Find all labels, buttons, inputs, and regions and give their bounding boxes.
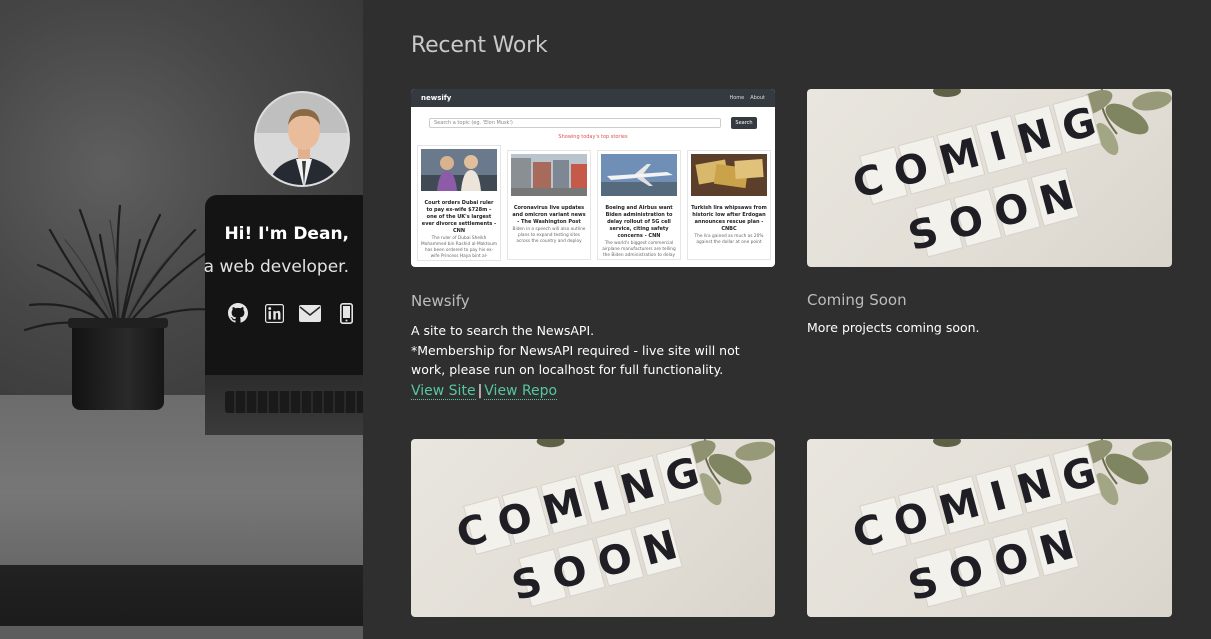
avatar-photo — [256, 93, 348, 185]
thumb-nav-about: About — [750, 95, 765, 101]
thumb-article-title: Turkish lira whipsaws from historic low … — [691, 205, 767, 232]
thumb-nav-home: Home — [729, 95, 745, 101]
link-separator: | — [477, 382, 483, 399]
thumb-navbar: newsify Home About — [411, 89, 775, 107]
project-title: Coming Soon — [807, 291, 907, 309]
mobile-phone-icon[interactable] — [334, 302, 358, 324]
thumb-article-title: Boeing and Airbus want Biden administrat… — [605, 205, 673, 239]
thumb-article-card: Coronavirus live updates and omicron var… — [507, 150, 591, 260]
project-description-line: A site to search the NewsAPI. — [411, 323, 595, 338]
coming-soon-image: COMING SOON — [848, 439, 1172, 610]
coming-soon-image: COMING SOON — [848, 89, 1172, 260]
main-content: Recent Work newsify Home About Search a … — [363, 0, 1211, 639]
thumb-article-body: The ruler of Dubai Sheikh Mohammed bin R… — [421, 236, 498, 259]
github-icon[interactable] — [226, 302, 250, 324]
project-card-newsify: newsify Home About Search a topic (eg. '… — [411, 89, 775, 400]
thumb-search-button: Search — [731, 117, 757, 129]
view-site-link[interactable]: View Site — [411, 382, 476, 400]
hero-role: a web developer. — [203, 257, 349, 277]
laptop-keyboard — [205, 375, 363, 435]
project-card-coming-soon: COMING SOON — [411, 439, 775, 617]
thumb-article-list: Court orders Dubai ruler to pay ex-wife … — [417, 145, 775, 261]
linkedin-icon[interactable] — [262, 302, 286, 324]
thumb-article-body: The world's biggest commercial airplane … — [602, 241, 676, 258]
thumb-showing-text: Showing today's top stories — [558, 134, 628, 140]
thumb-search-input: Search a topic (eg. 'Elon Musk') — [429, 118, 721, 128]
plant-pot-image — [68, 318, 168, 410]
desk-strip — [0, 626, 363, 639]
coming-soon-image: COMING SOON — [452, 439, 775, 610]
thumb-article-title: Court orders Dubai ruler to pay ex-wife … — [421, 200, 497, 234]
thumb-article-card: Boeing and Airbus want Biden administrat… — [597, 150, 681, 260]
project-card-coming-soon: COMING SOON — [807, 439, 1172, 617]
project-title: Newsify — [411, 292, 470, 310]
thumb-article-image — [511, 154, 587, 196]
section-title: Recent Work — [411, 33, 548, 58]
project-thumbnail-newsify[interactable]: newsify Home About Search a topic (eg. '… — [411, 89, 775, 267]
hero-panel: Hi! I'm Dean, a web developer. — [0, 0, 363, 639]
thumb-article-card: Turkish lira whipsaws from historic low … — [687, 150, 771, 260]
project-description-note: *Membership for NewsAPI required - live … — [411, 342, 740, 378]
project-description: A site to search the NewsAPI. *Membershi… — [411, 321, 775, 380]
thumb-search-row: Search a topic (eg. 'Elon Musk') Search — [429, 117, 775, 129]
view-repo-link[interactable]: View Repo — [484, 382, 558, 400]
social-links — [226, 302, 358, 324]
project-card-coming-soon: COMING SOON Coming Soon More projects co… — [807, 89, 1172, 338]
coming-soon-thumbnail[interactable]: COMING SOON — [807, 89, 1172, 267]
thumb-article-image — [421, 149, 497, 191]
envelope-icon[interactable] — [298, 302, 322, 324]
hero-greeting: Hi! I'm Dean, — [224, 224, 349, 244]
project-links: View Site | View Repo — [411, 382, 775, 400]
thumb-article-body: The lira gained as much as 20% against t… — [694, 234, 764, 245]
project-description: More projects coming soon. — [807, 320, 980, 335]
coming-soon-thumbnail[interactable]: COMING SOON — [807, 439, 1172, 617]
thumb-article-card: Court orders Dubai ruler to pay ex-wife … — [417, 145, 501, 261]
thumb-article-image — [601, 154, 677, 196]
thumb-article-image — [691, 154, 767, 196]
thumb-article-body: Biden in a speech will also outline plan… — [512, 227, 586, 244]
thumb-article-title: Coronavirus live updates and omicron var… — [512, 205, 586, 225]
avatar — [254, 91, 350, 187]
thumb-nav-links: Home About — [729, 95, 765, 101]
thumb-brand: newsify — [421, 94, 452, 102]
coming-soon-thumbnail[interactable]: COMING SOON — [411, 439, 775, 617]
